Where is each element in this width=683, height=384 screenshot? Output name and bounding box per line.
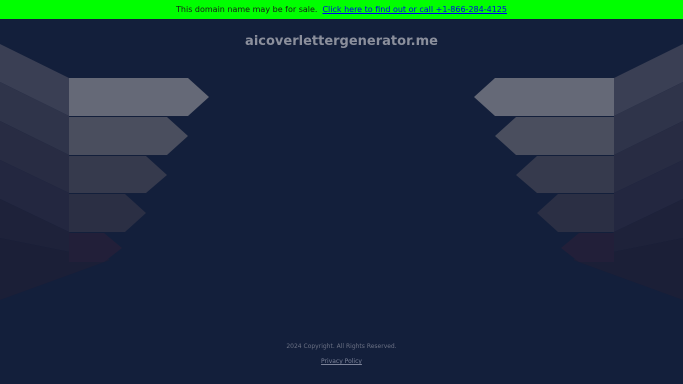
parked-domain-page: This domain name may be for sale. Click …: [0, 0, 683, 384]
footer-links: Privacy Policy: [0, 358, 683, 365]
right-arrow-panels: [474, 44, 683, 300]
privacy-policy-link[interactable]: Privacy Policy: [321, 358, 362, 365]
sale-banner-text: This domain name may be for sale.: [176, 5, 318, 14]
decorative-arrows-graphic: [0, 44, 683, 300]
footer-copyright: 2024 Copyright. All Rights Reserved.: [286, 343, 397, 350]
domain-name-title: aicoverlettergenerator.me: [245, 34, 438, 49]
left-arrow-panels: [0, 44, 209, 300]
sale-inquiry-link[interactable]: Click here to find out or call +1-866-28…: [322, 5, 507, 14]
domain-sale-banner: This domain name may be for sale. Click …: [0, 0, 683, 19]
